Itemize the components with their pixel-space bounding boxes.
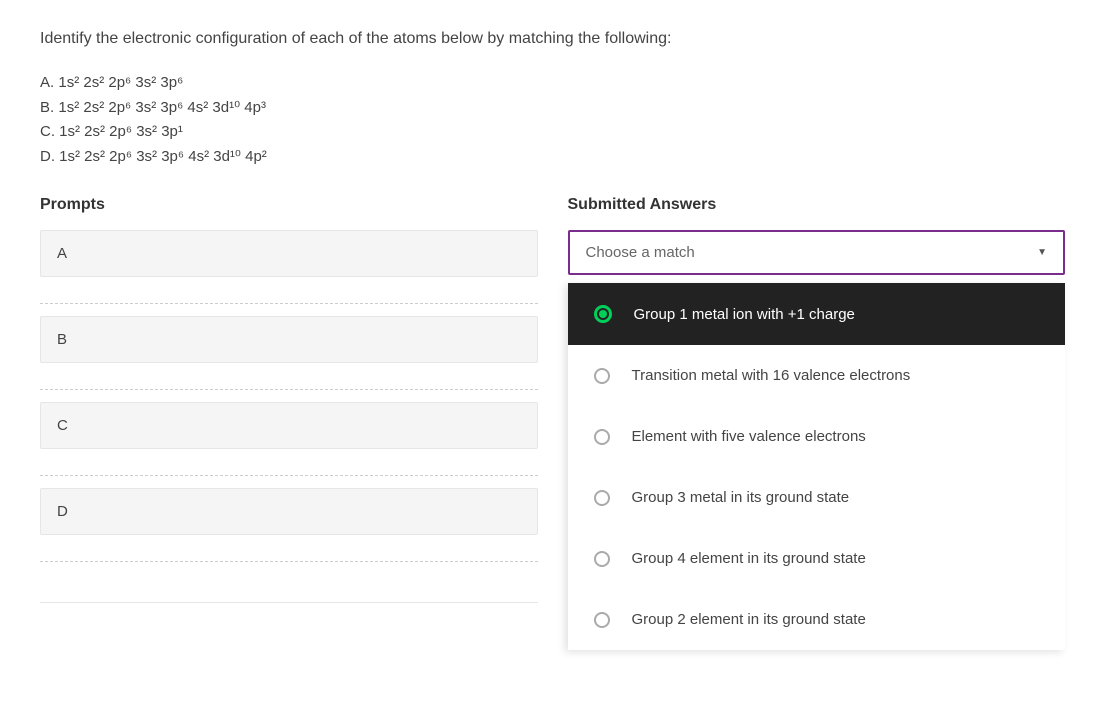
dropdown-option-2[interactable]: Transition metal with 16 valence electro…: [568, 345, 1066, 406]
radio-icon: [594, 490, 610, 506]
option-d: D. 1s² 2s² 2p⁶ 3s² 3p⁶ 4s² 3d¹⁰ 4p²: [40, 146, 1065, 169]
options-list: A. 1s² 2s² 2p⁶ 3s² 3p⁶ B. 1s² 2s² 2p⁶ 3s…: [40, 72, 1065, 168]
divider: [40, 602, 538, 603]
prompt-c: C: [40, 402, 538, 449]
option-b: B. 1s² 2s² 2p⁶ 3s² 3p⁶ 4s² 3d¹⁰ 4p³: [40, 97, 1065, 120]
dropdown-option-label: Group 2 element in its ground state: [632, 611, 866, 628]
radio-icon: [594, 429, 610, 445]
option-c: C. 1s² 2s² 2p⁶ 3s² 3p¹: [40, 121, 1065, 144]
dropdown-option-label: Group 3 metal in its ground state: [632, 489, 850, 506]
dropdown-option-3[interactable]: Element with five valence electrons: [568, 406, 1066, 467]
radio-icon: [594, 612, 610, 628]
radio-selected-icon: [594, 305, 612, 323]
dropdown-option-label: Group 1 metal ion with +1 charge: [634, 306, 855, 323]
radio-icon: [594, 551, 610, 567]
dropdown-option-label: Transition metal with 16 valence electro…: [632, 367, 911, 384]
dropdown-option-1[interactable]: Group 1 metal ion with +1 charge: [568, 283, 1066, 345]
answers-header: Submitted Answers: [568, 196, 1066, 214]
dropdown-option-4[interactable]: Group 3 metal in its ground state: [568, 467, 1066, 528]
question-text: Identify the electronic configuration of…: [40, 30, 1065, 48]
radio-icon: [594, 368, 610, 384]
prompt-d: D: [40, 488, 538, 535]
option-a: A. 1s² 2s² 2p⁶ 3s² 3p⁶: [40, 72, 1065, 95]
select-placeholder: Choose a match: [586, 244, 695, 261]
dropdown-option-6[interactable]: Group 2 element in its ground state: [568, 589, 1066, 650]
prompt-a: A: [40, 230, 538, 277]
dropdown-option-label: Element with five valence electrons: [632, 428, 866, 445]
dropdown-list: Group 1 metal ion with +1 charge Transit…: [568, 283, 1066, 650]
match-select-a[interactable]: Choose a match ▼: [568, 230, 1066, 275]
chevron-down-icon: ▼: [1037, 247, 1047, 258]
dropdown-option-5[interactable]: Group 4 element in its ground state: [568, 528, 1066, 589]
prompts-header: Prompts: [40, 196, 538, 214]
dropdown-option-label: Group 4 element in its ground state: [632, 550, 866, 567]
prompt-b: B: [40, 316, 538, 363]
